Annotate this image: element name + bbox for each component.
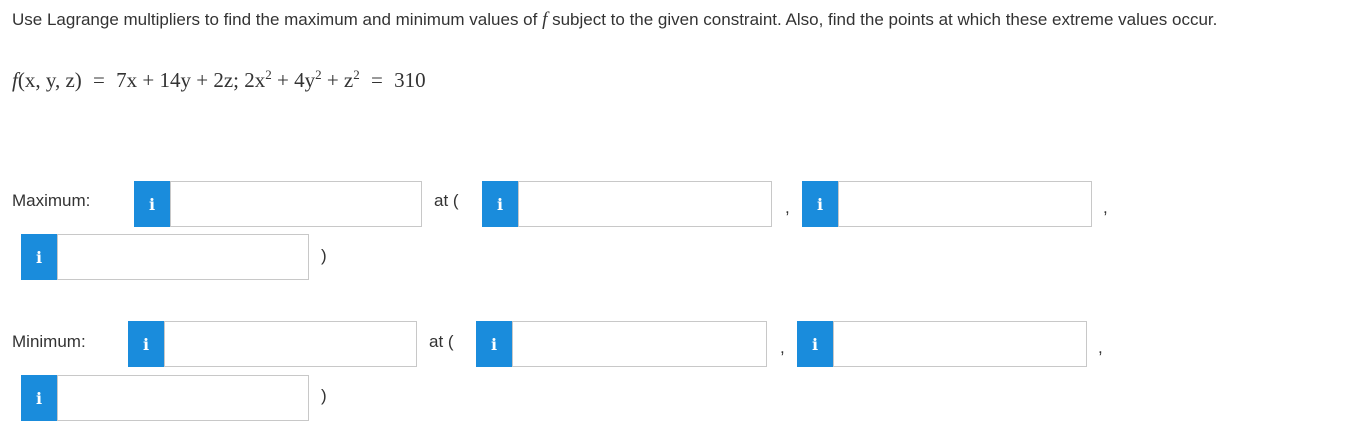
formula-exp-a: 2	[265, 67, 272, 82]
minimum-close-paren: )	[321, 386, 327, 405]
info-icon[interactable]: i	[134, 181, 170, 227]
maximum-comma-1: ,	[785, 198, 790, 217]
minimum-comma-2: ,	[1098, 338, 1103, 357]
minimum-at-label: at (	[429, 332, 454, 351]
formula-constraint-b: + 4y	[276, 68, 316, 92]
prompt-f-symbol: f	[542, 9, 548, 30]
maximum-label: Maximum:	[12, 191, 91, 210]
formula-rhs-eq: =	[371, 68, 383, 92]
maximum-at-label: at (	[434, 191, 459, 210]
formula-eq: =	[93, 68, 105, 92]
question-formula: f(x, y, z) = 7x + 14y + 2z; 2x2 + 4y2 + …	[12, 68, 426, 93]
minimum-comma-1: ,	[780, 338, 785, 357]
formula-expr: 7x + 14y + 2z;	[116, 68, 239, 92]
maximum-x-input[interactable]	[518, 181, 772, 227]
info-icon[interactable]: i	[21, 234, 57, 280]
formula-exp-b: 2	[315, 67, 322, 82]
formula-rhs: 310	[394, 68, 426, 92]
formula-constraint-a: 2x	[244, 68, 266, 92]
question-prompt: Use Lagrange multipliers to find the max…	[12, 6, 1362, 34]
prompt-text-before: Use Lagrange multipliers to find the max…	[12, 10, 538, 29]
info-icon[interactable]: i	[476, 321, 512, 367]
maximum-value-input[interactable]	[170, 181, 422, 227]
minimum-value-input[interactable]	[164, 321, 417, 367]
info-icon[interactable]: i	[802, 181, 838, 227]
maximum-comma-2: ,	[1103, 198, 1108, 217]
info-icon[interactable]: i	[482, 181, 518, 227]
maximum-z-input[interactable]	[57, 234, 309, 280]
formula-args: (x, y, z)	[17, 68, 82, 92]
maximum-close-paren: )	[321, 246, 327, 265]
minimum-y-input[interactable]	[833, 321, 1087, 367]
maximum-y-input[interactable]	[838, 181, 1092, 227]
formula-exp-c: 2	[353, 67, 360, 82]
formula-constraint-c: + z	[326, 68, 354, 92]
prompt-text-after: subject to the given constraint. Also, f…	[552, 10, 1218, 29]
info-icon[interactable]: i	[128, 321, 164, 367]
minimum-x-input[interactable]	[512, 321, 767, 367]
minimum-label: Minimum:	[12, 332, 86, 351]
minimum-z-input[interactable]	[57, 375, 309, 421]
info-icon[interactable]: i	[21, 375, 57, 421]
info-icon[interactable]: i	[797, 321, 833, 367]
